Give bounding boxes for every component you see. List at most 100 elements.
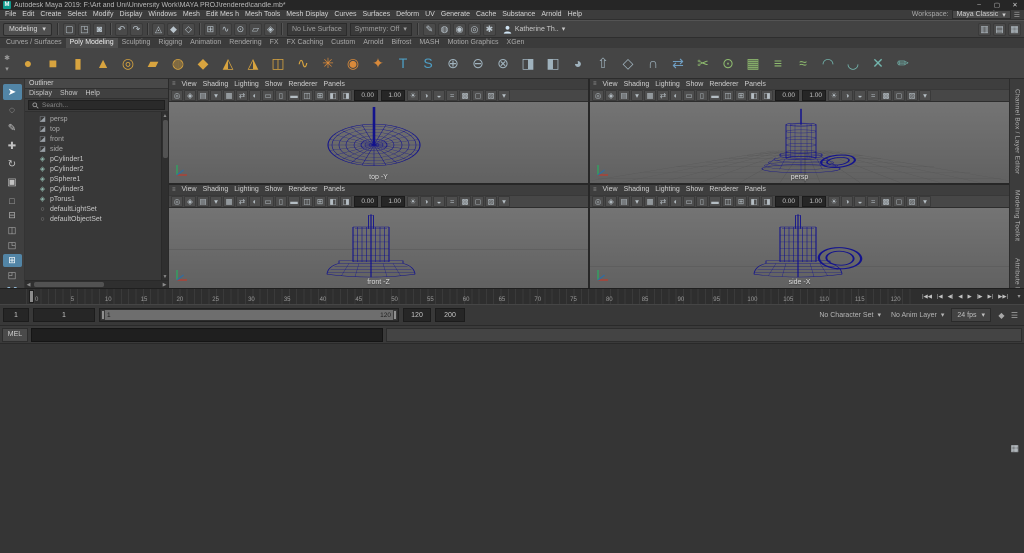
vp-oversampling-icon[interactable]: ◐ xyxy=(249,90,261,101)
anim-layer-selector[interactable]: No Anim Layer ▾ xyxy=(888,311,947,319)
gamma-field[interactable]: 1.00 xyxy=(381,90,405,101)
close-button[interactable]: ✕ xyxy=(1009,1,1021,9)
vp-oversampling-icon[interactable]: ◐ xyxy=(670,90,682,101)
command-language-toggle[interactable]: MEL xyxy=(2,328,28,342)
vp-gate-icon[interactable]: ▭ xyxy=(262,196,274,207)
new-scene-icon[interactable]: ▢ xyxy=(63,23,76,36)
grid-layout-icon[interactable]: ▦ xyxy=(1010,443,1019,454)
poly-platonic-icon[interactable]: ◆ xyxy=(191,51,215,75)
redo-icon[interactable]: ↷ xyxy=(130,23,143,36)
outliner-item-pcylinder3[interactable]: ◈pCylinder3 xyxy=(25,184,161,194)
select-by-hierarchy-icon[interactable]: ◬ xyxy=(152,23,165,36)
vp-camera-attributes-icon[interactable]: ▤ xyxy=(618,196,630,207)
vp-safe-action-icon[interactable]: ◧ xyxy=(748,196,760,207)
select-tool[interactable]: ➤ xyxy=(3,84,22,100)
vp-lock-camera-icon[interactable]: ◈ xyxy=(605,196,617,207)
vp-lock-camera-icon[interactable]: ◈ xyxy=(184,196,196,207)
paint-select-tool[interactable]: ✎ xyxy=(3,120,22,136)
menu-modify[interactable]: Modify xyxy=(90,11,117,18)
right-tab-modeling-toolkit[interactable]: Modeling Toolkit xyxy=(1014,190,1021,241)
menu-generate[interactable]: Generate xyxy=(438,11,473,18)
save-scene-icon[interactable]: ◙ xyxy=(93,23,106,36)
exposure-field[interactable]: 0.00 xyxy=(775,90,799,101)
vp-resolution-gate-icon[interactable]: ▬ xyxy=(288,90,300,101)
outliner-menu-show[interactable]: Show xyxy=(56,90,82,97)
shelf-tab-rigging[interactable]: Rigging xyxy=(154,38,186,48)
vp-menu-view[interactable]: View xyxy=(179,186,200,193)
vp-menu-panels[interactable]: Panels xyxy=(321,81,348,88)
vp-shadows-icon[interactable]: ◑ xyxy=(841,196,853,207)
vp-lighting-icon[interactable]: ☀ xyxy=(407,196,419,207)
vp-field-chart-icon[interactable]: ⊞ xyxy=(314,196,326,207)
vp-camera-attributes-icon[interactable]: ▤ xyxy=(197,90,209,101)
vp-safe-title-icon[interactable]: ◨ xyxy=(761,196,773,207)
vp-isolate-select-icon[interactable]: ◻ xyxy=(893,90,905,101)
undo-icon[interactable]: ↶ xyxy=(115,23,128,36)
vp-2d-pan-zoom-icon[interactable]: ⇄ xyxy=(657,90,669,101)
boolean-difference-icon[interactable]: ⊖ xyxy=(466,51,490,75)
scroll-right-icon[interactable]: ▶ xyxy=(161,282,168,288)
animation-start-field[interactable]: 1 xyxy=(3,308,29,322)
combine-icon[interactable]: ◨ xyxy=(516,51,540,75)
vp-menu-show[interactable]: Show xyxy=(262,81,286,88)
menu-arnold[interactable]: Arnold xyxy=(538,11,564,18)
range-slider-bar[interactable]: 1 120 xyxy=(101,310,397,320)
menu-mesh-display[interactable]: Mesh Display xyxy=(283,11,331,18)
snap-to-curve-icon[interactable]: ∿ xyxy=(219,23,232,36)
vp-ao-icon[interactable]: ◒ xyxy=(854,196,866,207)
menu-deform[interactable]: Deform xyxy=(393,11,422,18)
outliner-item-persp[interactable]: ◪persp xyxy=(25,114,161,124)
crease-tool-icon[interactable]: ✕ xyxy=(866,51,890,75)
vp-2d-pan-zoom-icon[interactable]: ⇄ xyxy=(657,196,669,207)
poly-helix-icon[interactable]: ∿ xyxy=(291,51,315,75)
move-tool[interactable]: ✚ xyxy=(3,138,22,154)
target-weld-icon[interactable]: ⊙ xyxy=(716,51,740,75)
outliner-item-top[interactable]: ◪top xyxy=(25,124,161,134)
vp-lighting-icon[interactable]: ☀ xyxy=(828,196,840,207)
panel-menu-icon[interactable]: ≡ xyxy=(172,187,176,193)
vp-film-gate-icon[interactable]: ▯ xyxy=(696,90,708,101)
vp-menu-renderer[interactable]: Renderer xyxy=(706,81,741,88)
anim-preferences-icon[interactable]: ☰ xyxy=(1008,309,1021,322)
exposure-field[interactable]: 0.00 xyxy=(775,196,799,207)
vp-camera-select-icon[interactable]: ◎ xyxy=(592,90,604,101)
poly-cube-icon[interactable]: ■ xyxy=(41,51,65,75)
layout-two-side-by-side[interactable]: ◫ xyxy=(3,224,22,237)
construction-history-icon[interactable]: ✎ xyxy=(423,23,436,36)
vp-menu-panels[interactable]: Panels xyxy=(742,186,769,193)
vp-panel-menu-icon[interactable]: ▾ xyxy=(919,90,931,101)
workspace-selector[interactable]: Maya Classic ▾ xyxy=(952,10,1011,19)
vp-2d-pan-zoom-icon[interactable]: ⇄ xyxy=(236,90,248,101)
vp-menu-show[interactable]: Show xyxy=(262,186,286,193)
vp-camera-select-icon[interactable]: ◎ xyxy=(171,90,183,101)
exposure-field[interactable]: 0.00 xyxy=(354,196,378,207)
vp-bookmarks-icon[interactable]: ▾ xyxy=(631,90,643,101)
vp-ao-icon[interactable]: ◒ xyxy=(433,196,445,207)
vp-lighting-icon[interactable]: ☀ xyxy=(407,90,419,101)
vp-field-chart-icon[interactable]: ⊞ xyxy=(735,90,747,101)
outliner-item-pcylinder2[interactable]: ◈pCylinder2 xyxy=(25,164,161,174)
poly-prism-icon[interactable]: ◮ xyxy=(241,51,265,75)
menu-surfaces[interactable]: Surfaces xyxy=(360,11,394,18)
scrollbar-thumb[interactable] xyxy=(34,282,104,287)
vp-multisample-icon[interactable]: ▩ xyxy=(459,196,471,207)
shelf-tab-menu-icon[interactable]: ▾ xyxy=(2,64,12,74)
autokey-icon[interactable]: ◆ xyxy=(995,309,1008,322)
vp-safe-title-icon[interactable]: ◨ xyxy=(340,196,352,207)
vp-image-plane-icon[interactable]: ▦ xyxy=(223,196,235,207)
svg-tool-icon[interactable]: S xyxy=(416,51,440,75)
vp-safe-action-icon[interactable]: ◧ xyxy=(327,90,339,101)
vp-ao-icon[interactable]: ◒ xyxy=(854,90,866,101)
layout-outliner-persp[interactable]: ◰ xyxy=(3,269,22,282)
poly-gear-icon[interactable]: ✳ xyxy=(316,51,340,75)
toggle-channel-box-icon[interactable]: ▤ xyxy=(993,23,1006,36)
vp-panel-menu-icon[interactable]: ▾ xyxy=(498,90,510,101)
vp-motion-blur-icon[interactable]: ≈ xyxy=(446,90,458,101)
vp-menu-lighting[interactable]: Lighting xyxy=(231,186,262,193)
toggle-attribute-editor-icon[interactable]: ▦ xyxy=(1008,23,1021,36)
vp-camera-attributes-icon[interactable]: ▤ xyxy=(197,196,209,207)
outliner-horizontal-scrollbar[interactable]: ◀ ▶ xyxy=(25,280,168,288)
vp-menu-panels[interactable]: Panels xyxy=(321,186,348,193)
extrude-icon[interactable]: ⇧ xyxy=(591,51,615,75)
vp-menu-renderer[interactable]: Renderer xyxy=(706,186,741,193)
